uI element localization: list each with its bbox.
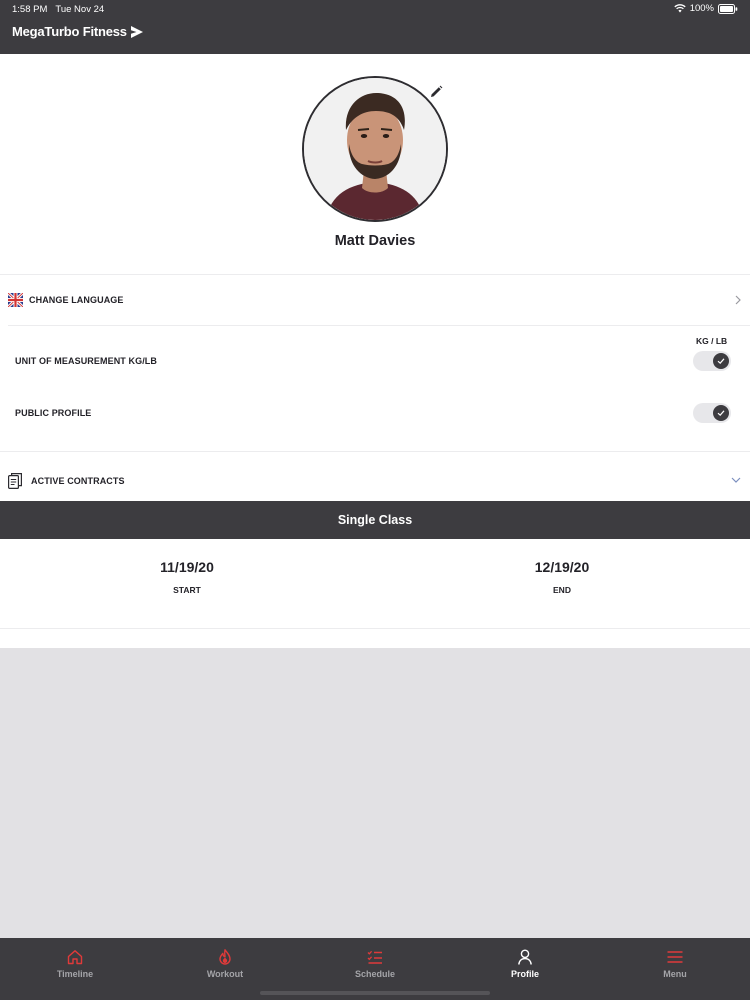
contract-end: 12/19/20 END <box>462 559 662 595</box>
edit-profile-button[interactable] <box>428 84 444 100</box>
tab-workout-label: Workout <box>206 969 244 979</box>
tab-menu[interactable]: Menu <box>600 938 750 1000</box>
avatar-portrait-image <box>304 78 446 220</box>
profile-name: Matt Davies <box>334 233 416 249</box>
battery-icon <box>718 3 738 14</box>
hamburger-menu-icon <box>667 951 683 963</box>
divider <box>8 325 750 326</box>
change-language-label: CHANGE LANGUAGE <box>29 295 124 305</box>
unit-header: KG / LB <box>696 336 728 346</box>
tab-profile-label: Profile <box>510 969 539 979</box>
toggle-knob <box>713 405 729 421</box>
chevron-down-icon <box>731 477 741 483</box>
avatar[interactable] <box>302 76 448 222</box>
uk-flag-icon <box>8 293 23 307</box>
public-profile-toggle[interactable] <box>693 403 731 423</box>
divider <box>0 628 750 629</box>
check-icon <box>717 410 725 417</box>
contract-start: 11/19/20 START <box>87 559 287 595</box>
divider <box>0 274 750 275</box>
tab-schedule-label: Schedule <box>354 969 395 979</box>
check-icon <box>717 358 725 365</box>
play-logo-icon <box>130 25 143 38</box>
status-indicators: 100% <box>674 3 738 14</box>
tab-timeline[interactable]: Timeline <box>0 938 150 1000</box>
status-date: Tue Nov 24 <box>55 4 105 15</box>
contract-start-date: 11/19/20 <box>160 559 214 575</box>
brand-name: MegaTurbo Fitness <box>12 24 127 39</box>
flame-icon <box>219 949 231 965</box>
person-icon <box>518 949 532 965</box>
unit-of-measurement-label: UNIT OF MEASUREMENT KG/LB <box>15 356 157 366</box>
contract-start-label: START <box>173 585 201 595</box>
status-time-date: 1:58 PM Tue Nov 24 <box>12 4 104 15</box>
battery-percentage: 100% <box>689 3 714 14</box>
avatar-photo <box>302 76 448 222</box>
toggle-knob <box>713 353 729 369</box>
profile-content: Matt Davies CHANGE LANGUAGE KG / LB UNIT… <box>0 54 750 648</box>
pencil-icon <box>431 85 443 97</box>
divider <box>0 451 750 452</box>
tab-menu-label: Menu <box>663 969 687 979</box>
brand-logo: MegaTurbo Fitness <box>12 24 144 39</box>
contract-end-date: 12/19/20 <box>534 559 590 575</box>
contract-plan-header: Single Class <box>0 501 750 539</box>
app-header: 1:58 PM Tue Nov 24 100% MegaTurbo Fitness <box>0 0 750 54</box>
contract-plan-name: Single Class <box>337 513 413 527</box>
tab-timeline-label: Timeline <box>56 969 94 979</box>
status-time: 1:58 PM <box>12 4 48 15</box>
home-icon <box>67 950 83 965</box>
home-indicator <box>260 991 490 995</box>
wifi-icon <box>674 4 686 13</box>
active-contracts-label: ACTIVE CONTRACTS <box>31 476 125 486</box>
chevron-right-icon <box>735 295 741 305</box>
contract-end-label: END <box>553 585 571 595</box>
schedule-list-icon <box>367 950 382 964</box>
unit-of-measurement-toggle[interactable] <box>693 351 731 371</box>
public-profile-label: PUBLIC PROFILE <box>15 408 92 418</box>
contracts-document-icon <box>8 473 22 489</box>
